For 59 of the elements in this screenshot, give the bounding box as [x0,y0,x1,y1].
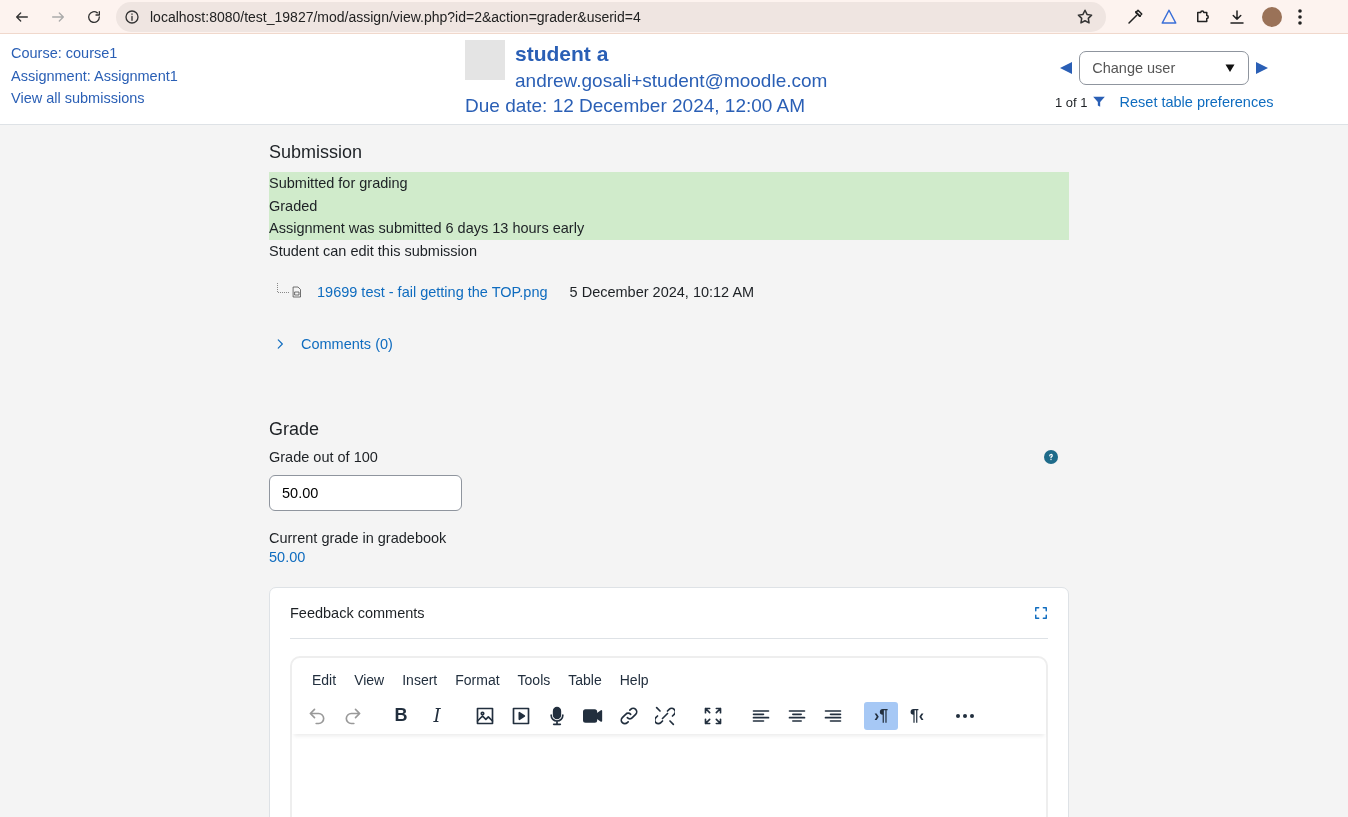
file-link[interactable]: 19699 test - fail getting the TOP.png [317,281,548,304]
play-icon [511,705,531,726]
menu-item[interactable]: Table [560,665,610,694]
menu-item[interactable]: Format [447,665,508,694]
reset-preferences-link[interactable]: Reset table preferences [1119,91,1274,114]
header-link[interactable]: View all submissions [11,87,465,110]
unlink-icon [655,705,675,726]
current-grade-link[interactable]: 50.00 [269,546,1069,569]
microphone-icon [547,705,567,726]
status-text: Student can edit this submission [269,241,478,261]
header-link[interactable]: Assignment: Assignment1 [11,64,465,87]
expand-icon [1034,605,1048,620]
reload-icon [86,8,102,25]
field-label: Grade out of 100 [269,449,378,465]
menu-item[interactable]: Tools [509,665,559,694]
menu-item[interactable]: View [346,665,393,694]
user-count: 1 of 1 [1055,94,1088,110]
toolbar-button[interactable]: B [384,701,418,730]
file-date: 5 December 2024, 10:12 AM [569,284,755,301]
comments-toggle[interactable]: Comments (0) [273,332,1069,355]
link-icon [619,705,639,726]
menu-item[interactable]: Help [611,665,657,694]
redo-icon [343,705,363,726]
menu-item[interactable]: Insert [394,665,446,694]
student-email[interactable]: andrew.gosali+student@moodle.com [515,68,828,94]
file-icon [291,285,303,300]
section-heading: Submission [269,142,364,163]
card-title: Feedback comments [290,604,425,621]
tree-line-icon [277,283,289,294]
header-link[interactable]: Course: course1 [11,42,465,65]
url-text: localhost:8080/test_19827/mod/assign/view.php?id=2&action=grader&userid=4 [150,8,642,25]
download-icon [1228,7,1246,26]
star-icon [1076,7,1094,26]
status-text: Submitted for grading [269,172,1069,195]
status-text: Graded [269,194,1069,217]
toolbar-button[interactable]: ¶‹ [900,701,934,730]
image-icon [475,705,495,726]
menu-item[interactable]: Edit [304,665,345,694]
eyedropper-icon [1126,7,1144,26]
due-date: Due date: 12 December 2024, 12:00 AM [465,94,807,118]
toolbar-button[interactable]: I [420,701,454,730]
triangle-icon [1160,7,1178,26]
change-user-select[interactable]: Change user [1079,51,1250,85]
avatar-placeholder [465,40,505,80]
dropdown-caret-icon [1224,62,1237,74]
profile-avatar[interactable] [1262,6,1282,27]
field-label: Current grade in gradebook [269,530,448,546]
fullscreen-icon [703,705,723,726]
more-icon [956,713,974,718]
undo-icon [307,705,327,726]
address-bar[interactable]: localhost:8080/test_19827/mod/assign/view.php?id=2&action=grader&userid=4 [116,1,1106,32]
section-heading: Grade [269,419,321,440]
toolbar-button[interactable]: ›¶ [864,701,898,730]
status-text: Assignment was submitted 6 days 13 hours early [269,217,1069,240]
student-name[interactable]: student a [515,40,828,68]
info-icon [124,8,140,25]
grade-input[interactable]: 50.00 [269,475,462,511]
help-icon[interactable] [1044,450,1058,464]
more-vertical-icon [1298,8,1302,25]
